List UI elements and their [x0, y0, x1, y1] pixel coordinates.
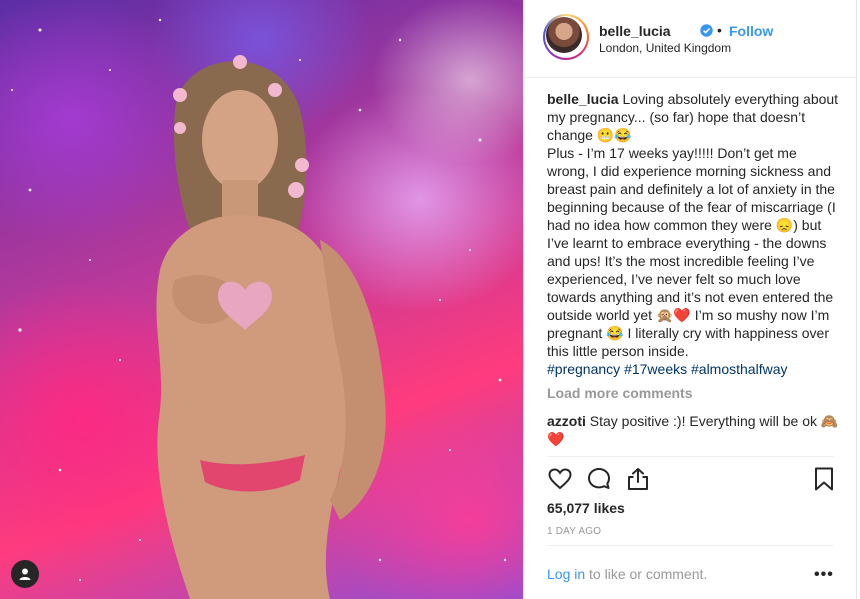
share-icon[interactable]	[625, 466, 651, 492]
bookmark-icon[interactable]	[811, 466, 837, 492]
separator-dot: •	[717, 22, 722, 38]
instagram-post-view: belle_lucia • Follow London, United King…	[0, 0, 860, 599]
comment-text: Stay positive :)! Everything will be ok …	[547, 413, 839, 447]
avatar-image	[546, 17, 582, 53]
comment-bubble-icon[interactable]	[586, 466, 612, 492]
caption-text: Loving absolutely everything about my pr…	[547, 91, 839, 359]
model-figure	[156, 55, 386, 599]
post-timestamp[interactable]: 1 DAY AGO	[547, 526, 601, 537]
footer-divider	[547, 545, 834, 546]
hashtag-link[interactable]: #almosthalfway	[691, 361, 788, 377]
user-silhouette-icon	[19, 568, 31, 580]
comment-username[interactable]: azzoti	[547, 413, 586, 429]
post-username[interactable]: belle_lucia	[599, 23, 671, 39]
caption-username[interactable]: belle_lucia	[547, 91, 619, 107]
login-link[interactable]: Log in	[547, 566, 585, 582]
comments-section: belle_lucia Loving absolutely everything…	[547, 90, 839, 454]
more-options-button[interactable]: •••	[814, 566, 834, 584]
login-prompt: Log in to like or comment.	[547, 566, 707, 582]
scrollbar[interactable]	[856, 0, 860, 599]
comment-item: azzoti Stay positive :)! Everything will…	[547, 412, 839, 448]
post-header: belle_lucia • Follow London, United King…	[524, 0, 856, 78]
post-photo[interactable]	[0, 0, 523, 599]
avatar[interactable]	[543, 14, 589, 60]
login-prompt-text: to like or comment.	[585, 566, 708, 582]
post-caption: belle_lucia Loving absolutely everything…	[547, 90, 839, 378]
hashtag-link[interactable]: #17weeks	[624, 361, 687, 377]
tagged-users-button[interactable]	[11, 560, 39, 588]
post-side-panel: belle_lucia • Follow London, United King…	[524, 0, 856, 599]
likes-count[interactable]: 65,077 likes	[547, 500, 625, 516]
load-more-comments-button[interactable]: Load more comments	[547, 384, 839, 402]
verified-badge-icon	[700, 24, 713, 37]
follow-button[interactable]: Follow	[729, 23, 773, 39]
heart-icon[interactable]	[547, 466, 573, 492]
post-location[interactable]: London, United Kingdom	[599, 41, 731, 55]
actions-divider	[547, 456, 834, 457]
hashtag-link[interactable]: #pregnancy	[547, 361, 620, 377]
